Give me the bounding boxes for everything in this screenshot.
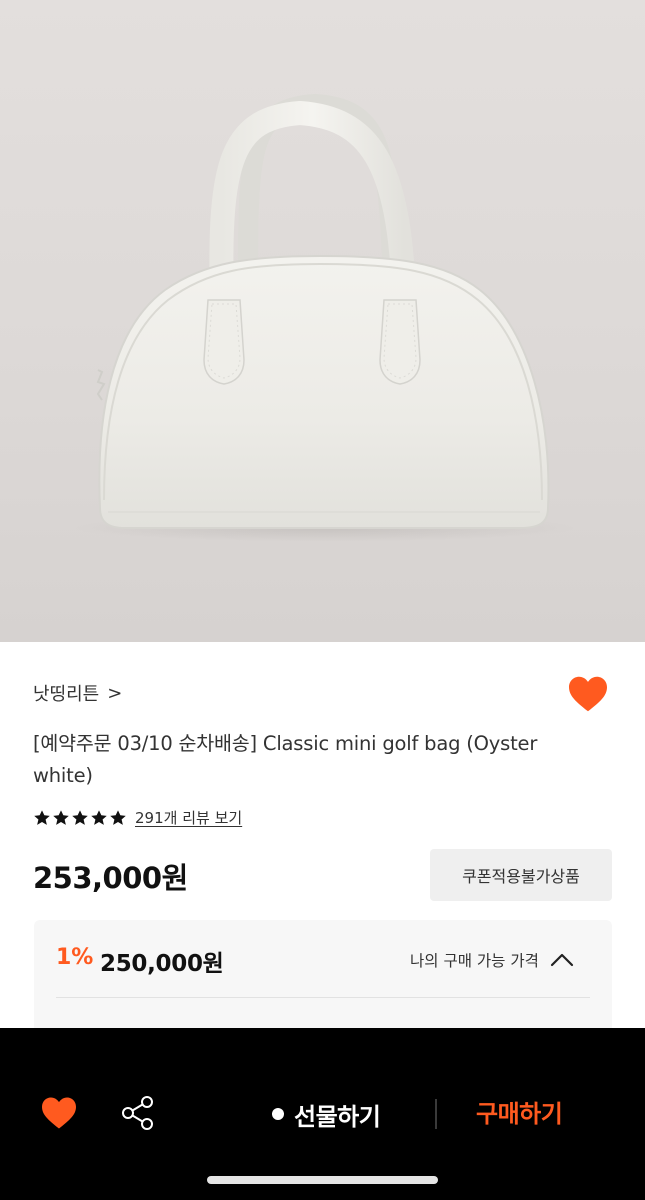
dot-icon [272, 1108, 284, 1120]
star-icon [91, 809, 107, 825]
bottom-action-bar: 선물하기 구매하기 [0, 1028, 645, 1200]
star-icon [53, 809, 69, 825]
best-price-label: 나의 구매 가능 가격 [410, 952, 539, 970]
discount-rate: 1% [56, 945, 94, 970]
best-price-toggle[interactable]: 나의 구매 가능 가격 [410, 949, 575, 971]
gift-label: 선물하기 [294, 1102, 381, 1131]
heart-icon [42, 1097, 76, 1129]
product-price: 253,000원 [33, 861, 188, 895]
discounted-price: 250,000원 [100, 951, 224, 977]
buy-button[interactable]: 구매하기 [476, 1094, 563, 1134]
review-link[interactable]: 291개 리뷰 보기 [135, 807, 242, 828]
product-title: [예약주문 03/10 순차배송] Classic mini golf bag … [33, 732, 538, 787]
star-icon [34, 809, 50, 825]
gift-button[interactable]: 선물하기 [272, 1094, 381, 1134]
coupon-unavailable-badge: 쿠폰적용불가상품 [430, 849, 612, 901]
chevron-up-icon [550, 953, 573, 967]
wishlist-heart-button[interactable] [567, 675, 611, 715]
star-icon [72, 809, 88, 825]
bag-illustration [75, 93, 575, 542]
divider [56, 997, 590, 998]
bottom-wishlist-button[interactable] [40, 1096, 80, 1132]
heart-icon [569, 676, 607, 712]
star-rating [33, 809, 127, 827]
share-icon [122, 1096, 153, 1130]
divider [435, 1099, 437, 1129]
brand-link[interactable]: 낫띵리튼 > [33, 680, 122, 706]
brand-name: 낫띵리튼 [33, 684, 100, 705]
share-button[interactable] [120, 1094, 156, 1132]
product-image[interactable] [0, 0, 645, 642]
chevron-right-icon: > [107, 682, 123, 704]
best-price-panel: 1% 250,000원 나의 구매 가능 가격 [34, 920, 612, 1040]
home-indicator[interactable] [207, 1176, 438, 1184]
product-detail-page: 낫띵리튼 > [예약주문 03/10 순차배송] Classic mini go… [0, 0, 645, 1200]
rating-row: 291개 리뷰 보기 [33, 807, 242, 828]
star-icon [110, 809, 126, 825]
